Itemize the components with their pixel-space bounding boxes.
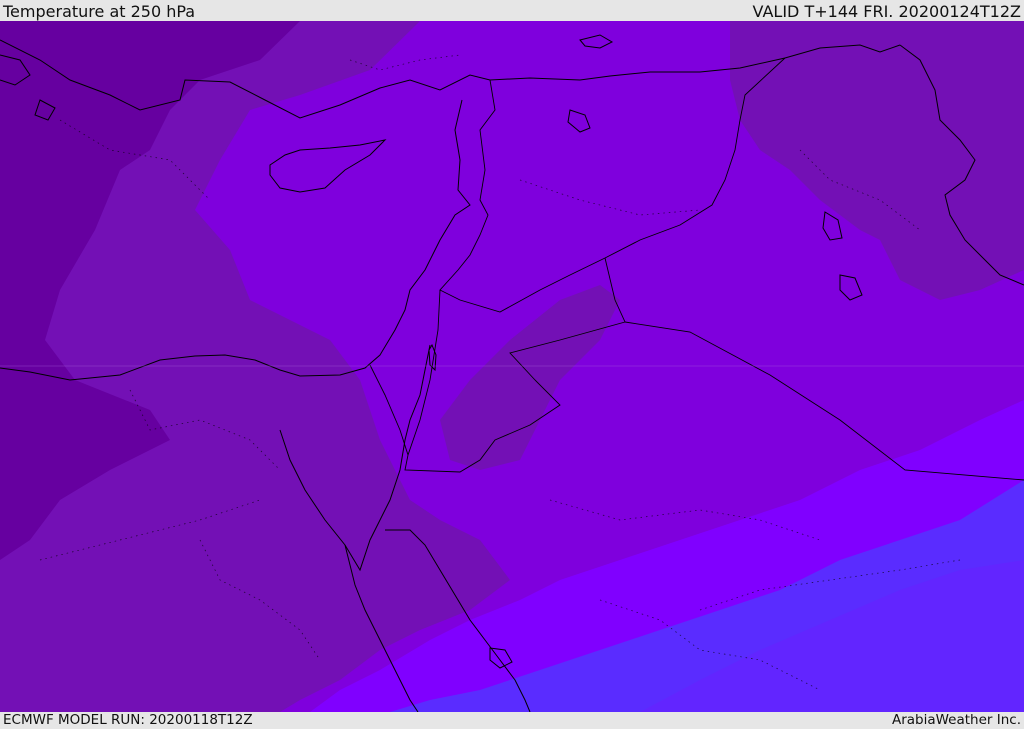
credit-label: ArabiaWeather Inc. xyxy=(891,712,1021,728)
footer-bar: ECMWF MODEL RUN: 20200118T12Z ArabiaWeat… xyxy=(0,712,1024,729)
header-bar: Temperature at 250 hPa VALID T+144 FRI. … xyxy=(0,0,1024,21)
temperature-map xyxy=(0,21,1024,712)
map-title: Temperature at 250 hPa xyxy=(3,2,196,21)
model-run-label: ECMWF MODEL RUN: 20200118T12Z xyxy=(3,712,253,728)
temperature-bands xyxy=(0,21,1024,712)
valid-time-label: VALID T+144 FRI. 20200124T12Z xyxy=(752,2,1021,21)
